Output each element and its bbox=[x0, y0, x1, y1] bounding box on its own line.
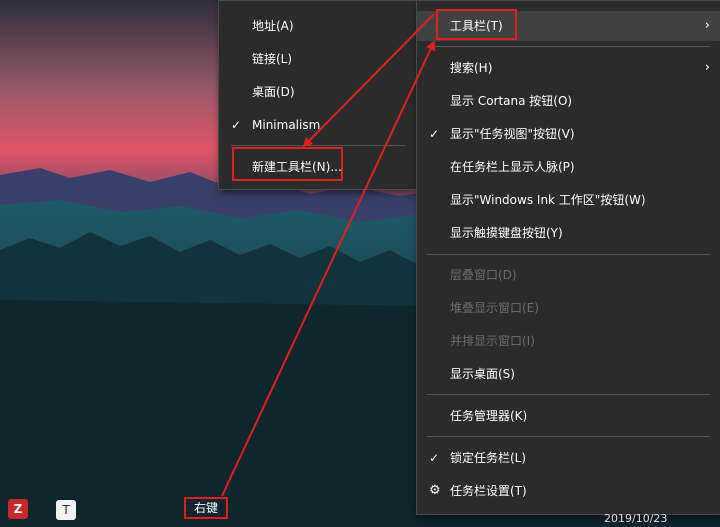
menu-separator bbox=[427, 394, 710, 395]
menu-item-label: 显示"Windows Ink 工作区"按钮(W) bbox=[450, 193, 646, 207]
typora-icon[interactable]: T bbox=[56, 500, 76, 520]
menu-separator bbox=[427, 254, 710, 255]
gear-icon: ⚙ bbox=[429, 483, 441, 498]
menu-separator bbox=[427, 46, 710, 47]
toolbars-highlight-box bbox=[436, 9, 517, 40]
check-icon: ✓ bbox=[429, 127, 440, 141]
menu-item-label: 显示桌面(S) bbox=[450, 367, 515, 381]
menu-item-label: 层叠窗口(D) bbox=[450, 268, 517, 282]
cascade-windows-item[interactable]: 层叠窗口(D) bbox=[417, 260, 720, 290]
submenu-item-address[interactable]: 地址(A) bbox=[219, 11, 417, 41]
menu-item-label: 在任务栏上显示人脉(P) bbox=[450, 160, 575, 174]
submenu-item-label: Minimalism bbox=[252, 118, 321, 132]
submenu-item-label: 链接(L) bbox=[252, 52, 293, 66]
check-icon: ✓ bbox=[231, 118, 242, 132]
show-desktop-item[interactable]: 显示桌面(S) bbox=[417, 359, 720, 389]
menu-separator bbox=[427, 436, 710, 437]
taskbar-context-menu: 工具栏(T) › 搜索(H) › 显示 Cortana 按钮(O) ✓ 显示"任… bbox=[416, 0, 720, 515]
stack-windows-item[interactable]: 堆叠显示窗口(E) bbox=[417, 293, 720, 323]
menu-item-label: 任务栏设置(T) bbox=[450, 484, 527, 498]
menu-item-label: 并排显示窗口(I) bbox=[450, 334, 535, 348]
show-touch-keyboard-item[interactable]: 显示触摸键盘按钮(Y) bbox=[417, 218, 720, 248]
chevron-right-icon: › bbox=[704, 60, 710, 75]
menu-separator bbox=[231, 145, 405, 146]
menu-item-label: 搜索(H) bbox=[450, 61, 493, 75]
zotero-icon[interactable]: Z bbox=[8, 499, 28, 519]
taskbar-clock-date[interactable]: 2019/10/23 bbox=[604, 512, 667, 525]
check-icon: ✓ bbox=[429, 451, 440, 465]
menu-item-label: 显示"任务视图"按钮(V) bbox=[450, 127, 575, 141]
show-windows-ink-item[interactable]: 显示"Windows Ink 工作区"按钮(W) bbox=[417, 185, 720, 215]
search-item[interactable]: 搜索(H) › bbox=[417, 53, 720, 83]
submenu-item-label: 桌面(D) bbox=[252, 85, 295, 99]
show-people-item[interactable]: 在任务栏上显示人脉(P) bbox=[417, 152, 720, 182]
menu-item-label: 任务管理器(K) bbox=[450, 409, 528, 423]
submenu-item-desktop[interactable]: 桌面(D) bbox=[219, 77, 417, 107]
task-manager-item[interactable]: 任务管理器(K) bbox=[417, 401, 720, 431]
menu-item-label: 显示 Cortana 按钮(O) bbox=[450, 94, 573, 108]
submenu-item-label: 地址(A) bbox=[252, 19, 294, 33]
taskbar-settings-item[interactable]: ⚙ 任务栏设置(T) bbox=[417, 476, 720, 506]
show-task-view-button-item[interactable]: ✓ 显示"任务视图"按钮(V) bbox=[417, 119, 720, 149]
menu-item-label: 堆叠显示窗口(E) bbox=[450, 301, 539, 315]
side-by-side-windows-item[interactable]: 并排显示窗口(I) bbox=[417, 326, 720, 356]
show-cortana-button-item[interactable]: 显示 Cortana 按钮(O) bbox=[417, 86, 720, 116]
new-toolbar-highlight-box bbox=[232, 147, 343, 181]
menu-item-label: 显示触摸键盘按钮(Y) bbox=[450, 226, 563, 240]
lock-taskbar-item[interactable]: ✓ 锁定任务栏(L) bbox=[417, 443, 720, 473]
submenu-item-links[interactable]: 链接(L) bbox=[219, 44, 417, 74]
right-click-highlight-box bbox=[184, 497, 228, 519]
menu-item-label: 锁定任务栏(L) bbox=[450, 451, 527, 465]
chevron-right-icon: › bbox=[704, 18, 710, 33]
submenu-item-minimalism[interactable]: ✓ Minimalism bbox=[219, 110, 417, 140]
